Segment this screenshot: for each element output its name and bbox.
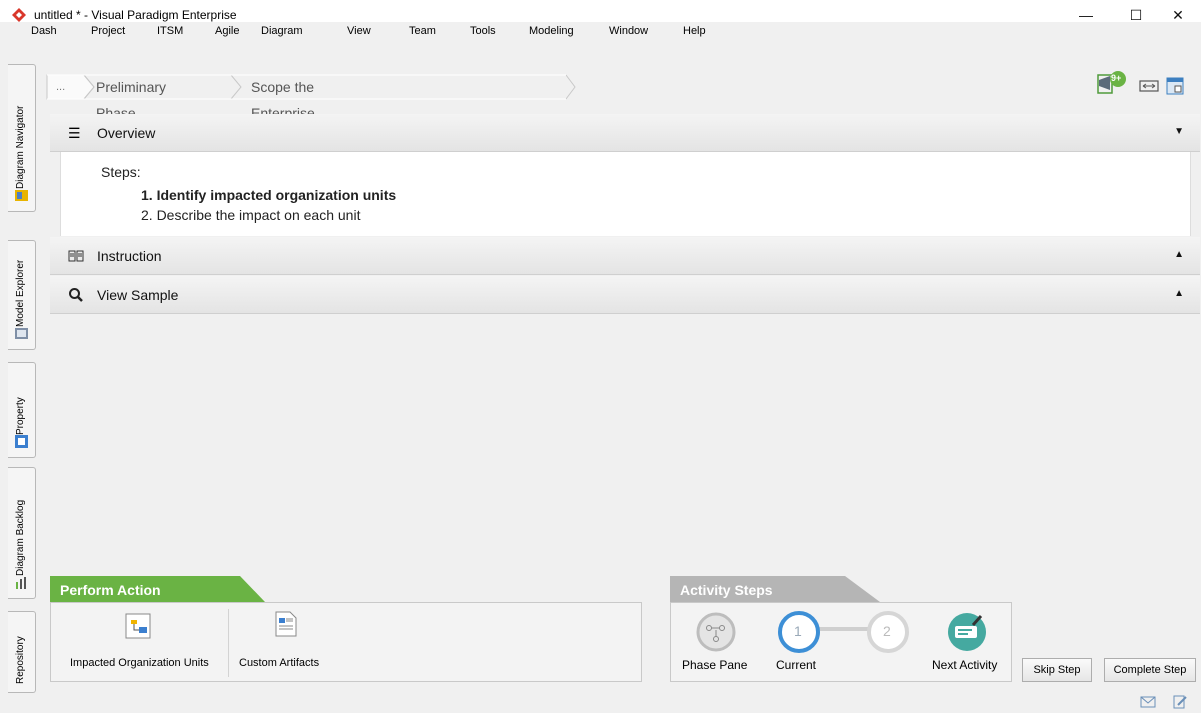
current-step-indicator[interactable]: 1 Current (772, 606, 828, 678)
phase-pane-icon (696, 612, 736, 652)
collapse-arrow-icon: ▼ (1174, 126, 1184, 137)
breadcrumb-item-scope[interactable]: Scope the Enterprise Organizations Impac… (251, 74, 337, 173)
phase-pane-button[interactable]: Phase Pane (674, 606, 764, 678)
tab-model-explorer[interactable]: Model Explorer (8, 240, 36, 350)
organization-diagram-icon (125, 613, 151, 639)
next-step-number: 2 (883, 623, 891, 639)
tab-label: Model Explorer (15, 259, 26, 327)
tab-label: Diagram Navigator (15, 105, 26, 189)
action-custom-artifacts[interactable]: Custom Artifacts (236, 606, 336, 678)
complete-step-button[interactable]: Complete Step (1104, 658, 1196, 682)
tab-label: Diagram Backlog (15, 499, 26, 576)
action-label: Custom Artifacts (239, 657, 320, 669)
current-step-label: Current (776, 658, 817, 672)
overview-content: Steps: 1. Identify impacted organization… (60, 152, 1191, 236)
diagram-backlog-icon (16, 577, 26, 589)
overview-label: Overview (97, 125, 156, 141)
view-sample-label: View Sample (97, 287, 179, 303)
action-label: Impacted Organization Units (70, 657, 209, 669)
tab-property[interactable]: Property (8, 362, 36, 458)
steps-title: Steps: (101, 164, 141, 180)
menu-itsm[interactable]: ITSM (157, 25, 183, 37)
notification-badge: 9+ (1111, 73, 1122, 83)
instruction-header[interactable]: Instruction ▲ (50, 237, 1200, 275)
tab-diagram-navigator[interactable]: Diagram Navigator (8, 64, 36, 212)
menu-modeling[interactable]: Modeling (529, 25, 574, 37)
menu-view[interactable]: View (347, 25, 371, 37)
action-impacted-organization-units[interactable]: Impacted Organization Units (60, 606, 228, 678)
custom-artifact-icon (275, 611, 297, 637)
next-activity-label: Next Activity (932, 658, 998, 672)
search-icon (69, 288, 83, 302)
next-activity-icon (948, 613, 986, 651)
menu-dash[interactable]: Dash (31, 25, 57, 37)
perform-action-title: Perform Action (60, 582, 161, 598)
view-sample-header[interactable]: View Sample ▲ (50, 276, 1200, 314)
tab-label: Repository (15, 636, 26, 684)
diagram-navigator-icon (15, 190, 28, 201)
property-icon (15, 435, 28, 448)
instruction-book-icon (68, 250, 84, 262)
menu-diagram[interactable]: Diagram (261, 25, 303, 37)
expand-arrow-icon: ▲ (1174, 249, 1184, 260)
tab-repository[interactable]: Repository (8, 611, 36, 693)
menu-bar: Dash Project ITSM Agile Diagram View Tea… (0, 22, 1201, 42)
next-step-indicator[interactable]: 2 (862, 606, 918, 656)
window-title: untitled * - Visual Paradigm Enterprise (34, 8, 237, 22)
overview-header[interactable]: ☰ Overview ▼ (50, 114, 1200, 152)
breadcrumb-item-preliminary-phase[interactable]: Preliminary Phase (96, 74, 166, 121)
menu-lines-icon: ☰ (68, 125, 81, 141)
breadcrumb-ellipsis[interactable]: ... (56, 74, 65, 100)
divider (228, 609, 229, 677)
menu-window[interactable]: Window (609, 25, 648, 37)
edit-document-icon[interactable] (1172, 695, 1188, 709)
step-item: 1. Identify impacted organization units (141, 187, 397, 203)
menu-agile[interactable]: Agile (215, 25, 239, 37)
tab-label: Property (15, 397, 26, 435)
menu-tools[interactable]: Tools (470, 25, 496, 37)
phase-pane-label: Phase Pane (682, 658, 748, 672)
skip-step-button[interactable]: Skip Step (1022, 658, 1092, 682)
fit-width-icon[interactable] (1138, 78, 1160, 94)
expand-arrow-icon: ▲ (1174, 288, 1184, 299)
instruction-label: Instruction (97, 248, 162, 264)
menu-help[interactable]: Help (683, 25, 706, 37)
notification-button[interactable]: 9+ (1096, 70, 1130, 101)
tab-diagram-backlog[interactable]: Diagram Backlog (8, 467, 36, 599)
current-step-number: 1 (794, 623, 802, 639)
menu-team[interactable]: Team (409, 25, 436, 37)
activity-steps-title: Activity Steps (680, 582, 773, 598)
mail-icon[interactable] (1140, 695, 1156, 709)
left-tab-bar: Diagram Navigator Model Explorer Propert… (6, 44, 36, 694)
panel-layout-icon[interactable] (1165, 76, 1185, 96)
model-explorer-icon (15, 328, 28, 339)
app-logo-icon (12, 8, 26, 22)
step-item: 2. Describe the impact on each unit (141, 207, 361, 223)
next-activity-button[interactable]: Next Activity (928, 606, 1010, 678)
menu-project[interactable]: Project (91, 25, 125, 37)
